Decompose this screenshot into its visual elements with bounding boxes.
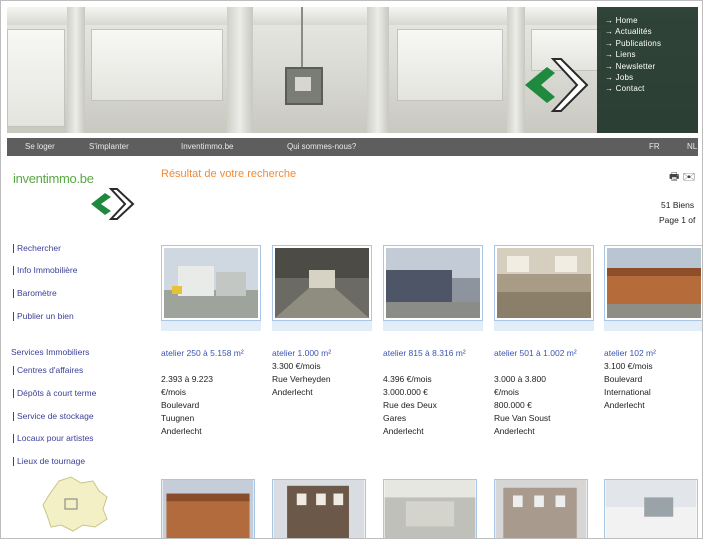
menu-contact[interactable]: → Contact xyxy=(597,83,698,94)
listing-photo[interactable] xyxy=(383,245,483,321)
result-count: 51 Biens xyxy=(661,200,695,210)
sidebar-link-publier[interactable]: Publier un bien xyxy=(13,311,74,321)
sidebar-service-artistes[interactable]: Locaux pour artistes xyxy=(13,433,94,443)
listing-photo[interactable] xyxy=(272,245,372,321)
menu-home[interactable]: → Home xyxy=(597,15,698,26)
listing-photo[interactable] xyxy=(161,245,261,321)
listing-title[interactable]: atelier 815 à 8.316 m² xyxy=(383,347,483,360)
listing-photo[interactable] xyxy=(494,479,588,539)
sidebar-service-centres[interactable]: Centres d'affaires xyxy=(12,365,83,375)
nav-se-loger[interactable]: Se loger xyxy=(25,142,55,151)
logo-arrows-small-icon xyxy=(91,188,135,220)
sidebar-link-info-immobiliere[interactable]: Info Immobilière xyxy=(12,265,77,275)
page-frame: → Home → Actualités → Publications → Lie… xyxy=(0,0,703,539)
lang-fr-link[interactable]: FR xyxy=(649,142,660,151)
listing-photo[interactable] xyxy=(161,479,255,539)
logo-arrows-icon xyxy=(525,58,589,112)
listing-info: 3.300 €/mois Rue Verheyden Anderlecht xyxy=(272,361,331,397)
listing-title[interactable]: atelier 501 à 1.002 m² xyxy=(494,347,594,360)
sidebar-link-rechercher[interactable]: Rechercher xyxy=(13,243,61,253)
listing-photo[interactable] xyxy=(604,245,702,321)
brussels-map-image[interactable] xyxy=(41,475,111,533)
sidebar-link-barometre[interactable]: Baromètre xyxy=(13,288,57,298)
sidebar-service-tournage[interactable]: Lieux de tournage xyxy=(12,456,85,466)
listing-photo[interactable] xyxy=(383,479,477,539)
listing-info: 4.396 €/mois 3.000.000 € Rue des Deux Ga… xyxy=(383,374,437,436)
sidebar-service-depots[interactable]: Dépôts à court terme xyxy=(12,388,96,398)
lang-nl-link[interactable]: NL xyxy=(687,142,697,151)
nav-qui-sommes-nous[interactable]: Qui sommes-nous? xyxy=(287,142,356,151)
sidebar-service-stockage[interactable]: Service de stockage xyxy=(13,411,94,421)
nav-inventimmo[interactable]: Inventimmo.be xyxy=(181,142,233,151)
listing-info: 2.393 à 9.223 €/mois Boulevard Tuugnen A… xyxy=(161,374,213,436)
site-logo-text[interactable]: inventimmo.be xyxy=(13,171,94,186)
listing-info: 3.100 €/mois Boulevard International And… xyxy=(604,361,653,410)
menu-jobs[interactable]: → Jobs xyxy=(597,72,698,83)
top-menu: → Home → Actualités → Publications → Lie… xyxy=(597,7,698,133)
menu-newsletter[interactable]: → Newsletter xyxy=(597,61,698,72)
listing-title[interactable]: atelier 102 m² xyxy=(604,347,702,360)
menu-publications[interactable]: → Publications xyxy=(597,38,698,49)
print-email-icons[interactable]: 🖶 ✉ xyxy=(669,168,695,187)
listing-title[interactable]: atelier 250 à 5.158 m² xyxy=(161,347,261,360)
menu-liens[interactable]: → Liens xyxy=(597,49,698,60)
header-banner-photo xyxy=(7,7,698,133)
listing-photo[interactable] xyxy=(272,479,366,539)
page-title: Résultat de votre recherche xyxy=(161,168,297,180)
hanging-lamp-image xyxy=(285,67,323,105)
listing-info: 3.000 à 3.800 €/mois 800.000 € Rue Van S… xyxy=(494,374,551,436)
menu-actualites[interactable]: → Actualités xyxy=(597,26,698,37)
listing-photo[interactable] xyxy=(604,479,698,539)
nav-s-implanter[interactable]: S'implanter xyxy=(89,142,129,151)
listing-title[interactable]: atelier 1.000 m² xyxy=(272,347,372,360)
sidebar-services-heading: Services Immobiliers xyxy=(11,347,90,357)
main-nav-bar: Se loger S'implanter Inventimmo.be Qui s… xyxy=(7,138,698,156)
page-info: Page 1 of xyxy=(659,215,696,225)
listing-photo[interactable] xyxy=(494,245,594,321)
